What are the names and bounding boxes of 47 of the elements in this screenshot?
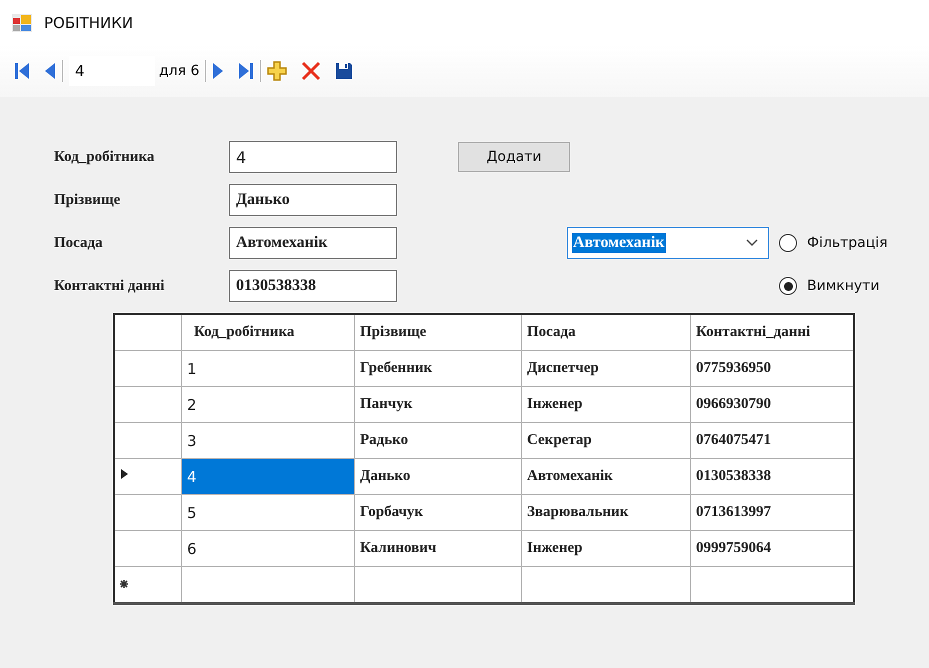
chevron-down-icon: [746, 239, 758, 247]
table-cell: Інженер: [522, 386, 690, 422]
column-header[interactable]: Посада: [522, 314, 690, 350]
app-icon: [12, 14, 32, 32]
delete-icon[interactable]: [301, 61, 322, 81]
radio-button[interactable]: [779, 277, 797, 295]
column-header[interactable]: Прізвище: [354, 314, 522, 350]
table-cell: 4: [182, 458, 354, 494]
table-cell: Секретар: [522, 422, 690, 458]
table-cell: Гребенник: [354, 350, 522, 386]
field-label: Посада: [54, 235, 104, 252]
table-cell: Радько: [354, 422, 522, 458]
first-record-icon[interactable]: [14, 62, 30, 80]
radio-label: Вимкнути: [807, 278, 880, 294]
add-icon[interactable]: [267, 61, 288, 81]
add-button[interactable]: Додати: [458, 142, 570, 172]
table-cell: 6: [182, 530, 354, 566]
radio-button[interactable]: [779, 234, 797, 252]
input-field[interactable]: 0130538338: [229, 270, 397, 302]
table-cell: 2: [182, 386, 354, 422]
input-field[interactable]: Данько: [229, 184, 397, 216]
table-cell: Калинович: [354, 530, 522, 566]
last-record-icon[interactable]: [238, 62, 254, 80]
table-cell: Автомеханік: [522, 458, 690, 494]
column-header[interactable]: Код_робітника: [182, 314, 354, 350]
save-icon[interactable]: [335, 62, 354, 80]
table-cell: 1: [182, 350, 354, 386]
table-cell: Данько: [354, 458, 522, 494]
table-cell: Інженер: [522, 530, 690, 566]
previous-record-icon[interactable]: [44, 62, 56, 80]
table-cell: 5: [182, 494, 354, 530]
record-count: для 6: [159, 63, 200, 79]
table-cell: Зварювальник: [522, 494, 690, 530]
next-record-icon[interactable]: [212, 62, 224, 80]
field-label: Прізвище: [54, 192, 122, 209]
input-field[interactable]: Автомеханік: [229, 227, 397, 259]
field-label: Код_робітника: [54, 149, 156, 166]
window-title: РОБІТНИКИ: [44, 14, 134, 32]
radio-label: Фільтрація: [807, 235, 888, 251]
current-row-icon: [120, 468, 129, 480]
table-cell: Горбачук: [354, 494, 522, 530]
table-cell: Диспетчер: [522, 350, 690, 386]
input-field[interactable]: 4: [229, 141, 397, 173]
filter-dropdown[interactable]: Автомеханік: [567, 227, 769, 259]
field-label: Контактні данні: [54, 278, 166, 295]
table-cell: Панчук: [354, 386, 522, 422]
new-row-icon: [120, 580, 128, 588]
